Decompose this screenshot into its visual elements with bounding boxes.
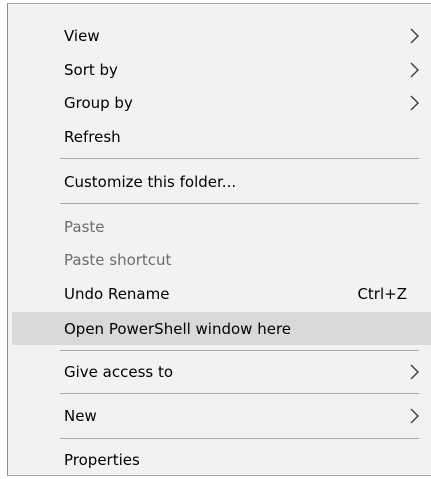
menu-item-new[interactable]: New	[12, 401, 431, 431]
menu-item-sort-by-label: Sort by	[64, 61, 118, 79]
chevron-right-icon	[410, 62, 419, 78]
menu-item-paste-label: Paste	[64, 218, 105, 236]
menu-item-paste: Paste	[12, 212, 431, 242]
chevron-right-icon	[410, 28, 419, 44]
menu-separator	[60, 158, 419, 159]
menu-item-customize-folder[interactable]: Customize this folder...	[12, 167, 431, 197]
menu-item-view-label: View	[64, 27, 100, 45]
menu-item-properties[interactable]: Properties	[12, 445, 431, 475]
menu-item-give-access[interactable]: Give access to	[12, 357, 431, 387]
menu-item-refresh[interactable]: Refresh	[12, 122, 431, 152]
menu-item-give-access-label: Give access to	[64, 363, 174, 381]
menu-item-group-by[interactable]: Group by	[12, 88, 431, 118]
menu-item-undo-rename[interactable]: Undo Rename Ctrl+Z	[12, 279, 431, 309]
shortcut-hint: Ctrl+Z	[357, 285, 407, 303]
menu-item-paste-shortcut: Paste shortcut	[12, 245, 431, 275]
menu-item-undo-rename-label: Undo Rename	[64, 285, 170, 303]
menu-item-new-label: New	[64, 407, 97, 425]
chevron-right-icon	[410, 95, 419, 111]
chevron-right-icon	[410, 364, 419, 380]
menu-item-view[interactable]: View	[12, 21, 431, 51]
menu-separator	[60, 393, 419, 394]
menu-item-refresh-label: Refresh	[64, 128, 121, 146]
menu-item-open-powershell-label: Open PowerShell window here	[64, 319, 292, 338]
context-menu: View Sort by Group by Refresh Customize …	[7, 3, 431, 476]
menu-item-customize-folder-label: Customize this folder...	[64, 173, 237, 191]
menu-separator	[60, 203, 419, 204]
menu-separator	[60, 438, 419, 439]
menu-item-sort-by[interactable]: Sort by	[12, 55, 431, 85]
chevron-right-icon	[410, 408, 419, 424]
menu-item-properties-label: Properties	[64, 451, 140, 469]
menu-item-paste-shortcut-label: Paste shortcut	[64, 251, 172, 269]
menu-item-group-by-label: Group by	[64, 94, 133, 112]
menu-separator	[60, 350, 419, 351]
menu-item-open-powershell[interactable]: Open PowerShell window here	[12, 312, 431, 345]
